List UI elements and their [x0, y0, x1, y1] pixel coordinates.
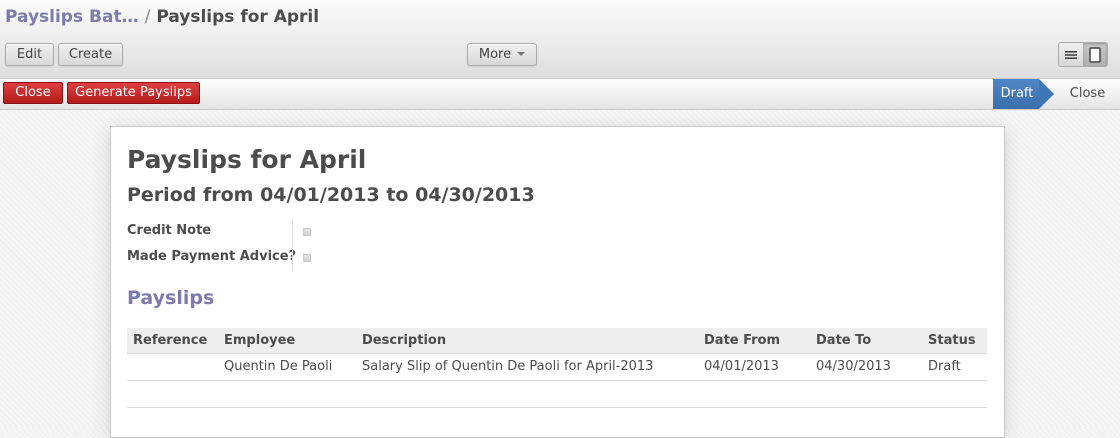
column-header-status[interactable]: Status	[928, 328, 976, 353]
generate-payslips-button[interactable]: Generate Payslips	[67, 82, 200, 104]
table-row[interactable]: Quentin De Paoli Salary Slip of Quentin …	[127, 354, 987, 381]
statusbar: Close Generate Payslips Draft Close	[0, 79, 1120, 110]
edit-button[interactable]: Edit	[5, 43, 54, 66]
breadcrumb: Payslips Bat… / Payslips for April	[5, 7, 319, 27]
breadcrumb-separator: /	[144, 7, 151, 27]
credit-note-label: Credit Note	[127, 223, 212, 238]
table-header: Reference Employee Description Date From…	[127, 328, 987, 354]
close-button[interactable]: Close	[3, 82, 63, 104]
form-icon	[1089, 46, 1101, 63]
cell-status: Draft	[928, 359, 961, 374]
payslips-table: Reference Employee Description Date From…	[127, 328, 987, 408]
column-header-date-from[interactable]: Date From	[704, 328, 780, 353]
create-button[interactable]: Create	[58, 43, 123, 66]
caret-down-icon	[517, 52, 526, 56]
breadcrumb-parent-link[interactable]: Payslips Bat…	[5, 7, 139, 27]
cell-date-to: 04/30/2013	[816, 359, 891, 374]
more-dropdown-button[interactable]: More	[467, 43, 537, 66]
payment-advice-checkbox[interactable]	[303, 254, 311, 262]
cell-description: Salary Slip of Quentin De Paoli for Apri…	[362, 359, 654, 374]
cell-employee: Quentin De Paoli	[224, 359, 333, 374]
form-sheet: Payslips for April Period from 04/01/201…	[110, 126, 1005, 438]
column-header-date-to[interactable]: Date To	[816, 328, 871, 353]
payment-advice-label: Made Payment Advice?	[127, 249, 297, 264]
field-divider	[292, 220, 293, 272]
payslips-section-title: Payslips	[127, 287, 215, 309]
column-header-reference[interactable]: Reference	[133, 328, 207, 353]
form-view-button[interactable]	[1083, 43, 1107, 66]
stage-draft: Draft	[993, 79, 1039, 109]
stage-close[interactable]: Close	[1060, 79, 1115, 109]
credit-note-checkbox[interactable]	[303, 228, 311, 236]
breadcrumb-current: Payslips for April	[156, 7, 320, 27]
list-icon	[1065, 50, 1077, 59]
view-switcher	[1058, 42, 1108, 67]
list-view-button[interactable]	[1059, 43, 1083, 66]
more-label: More	[478, 47, 512, 62]
period-heading: Period from 04/01/2013 to 04/30/2013	[127, 184, 535, 206]
control-panel: Payslips Bat… / Payslips for April Edit Cr…	[0, 0, 1120, 79]
stage-arrow-icon	[1039, 79, 1054, 109]
page-title: Payslips for April	[127, 145, 367, 174]
cell-date-from: 04/01/2013	[704, 359, 779, 374]
column-header-employee[interactable]: Employee	[224, 328, 295, 353]
empty-table-row	[127, 381, 987, 408]
column-header-description[interactable]: Description	[362, 328, 446, 353]
